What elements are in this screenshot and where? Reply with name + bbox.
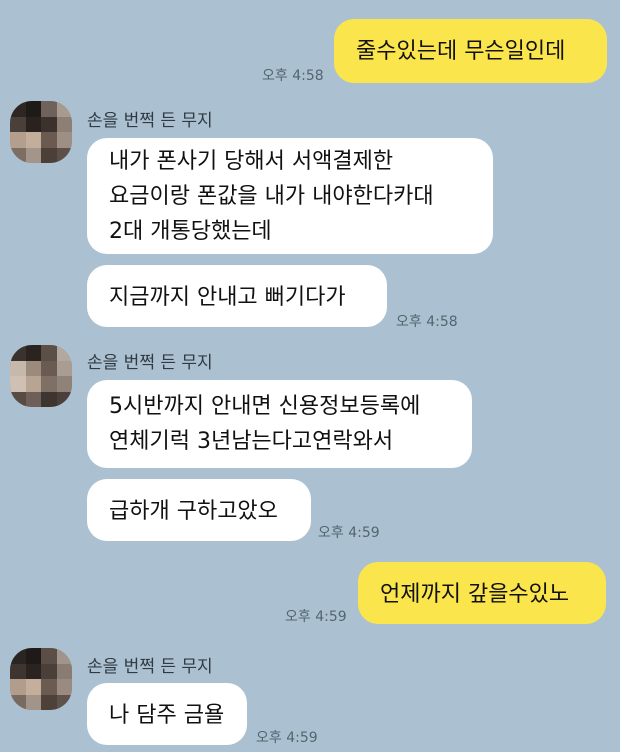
message-text: 급하개 구하고았오 xyxy=(109,499,278,524)
message-time: 오후 4:58 xyxy=(396,314,458,330)
message-line: 요금이랑 폰값을 내가 내야한다카대 xyxy=(109,184,434,209)
message-time: 오후 4:59 xyxy=(256,730,318,746)
message-text: 줄수있는데 무슨일인데 xyxy=(356,39,566,64)
sender-name: 손을 번쩍 든 무지 xyxy=(87,353,213,373)
message-line: 내가 폰사기 당해서 서액결제한 xyxy=(109,149,394,174)
avatar[interactable] xyxy=(10,345,72,407)
message-time: 오후 4:59 xyxy=(285,609,347,625)
incoming-message-bubble[interactable]: 지금까지 안내고 뻐기다가 xyxy=(87,265,387,327)
outgoing-message-bubble[interactable]: 줄수있는데 무슨일인데 xyxy=(334,19,607,83)
outgoing-message-bubble[interactable]: 언제까지 갚을수있노 xyxy=(358,562,606,624)
sender-name: 손을 번쩍 든 무지 xyxy=(87,657,213,677)
incoming-message-bubble[interactable]: 나 담주 금욜 xyxy=(87,683,247,745)
message-time: 오후 4:59 xyxy=(318,525,380,541)
avatar[interactable] xyxy=(10,101,72,163)
incoming-message-bubble[interactable]: 내가 폰사기 당해서 서액결제한 요금이랑 폰값을 내가 내야한다카대 2대 개… xyxy=(87,138,493,254)
message-text: 지금까지 안내고 뻐기다가 xyxy=(109,285,346,310)
message-line: 2대 개통당했는데 xyxy=(109,219,272,244)
incoming-message-bubble[interactable]: 5시반까지 안내면 신용정보등록에 연체기럭 3년남는다고연락와서 xyxy=(87,380,472,468)
incoming-message-bubble[interactable]: 급하개 구하고았오 xyxy=(87,479,311,541)
message-text: 언제까지 갚을수있노 xyxy=(380,582,570,607)
message-line: 연체기럭 3년남는다고연락와서 xyxy=(109,429,394,454)
avatar[interactable] xyxy=(10,648,72,710)
message-line: 5시반까지 안내면 신용정보등록에 xyxy=(109,394,421,419)
sender-name: 손을 번쩍 든 무지 xyxy=(87,111,213,131)
message-text: 나 담주 금욜 xyxy=(109,703,225,728)
message-time: 오후 4:58 xyxy=(262,68,324,84)
